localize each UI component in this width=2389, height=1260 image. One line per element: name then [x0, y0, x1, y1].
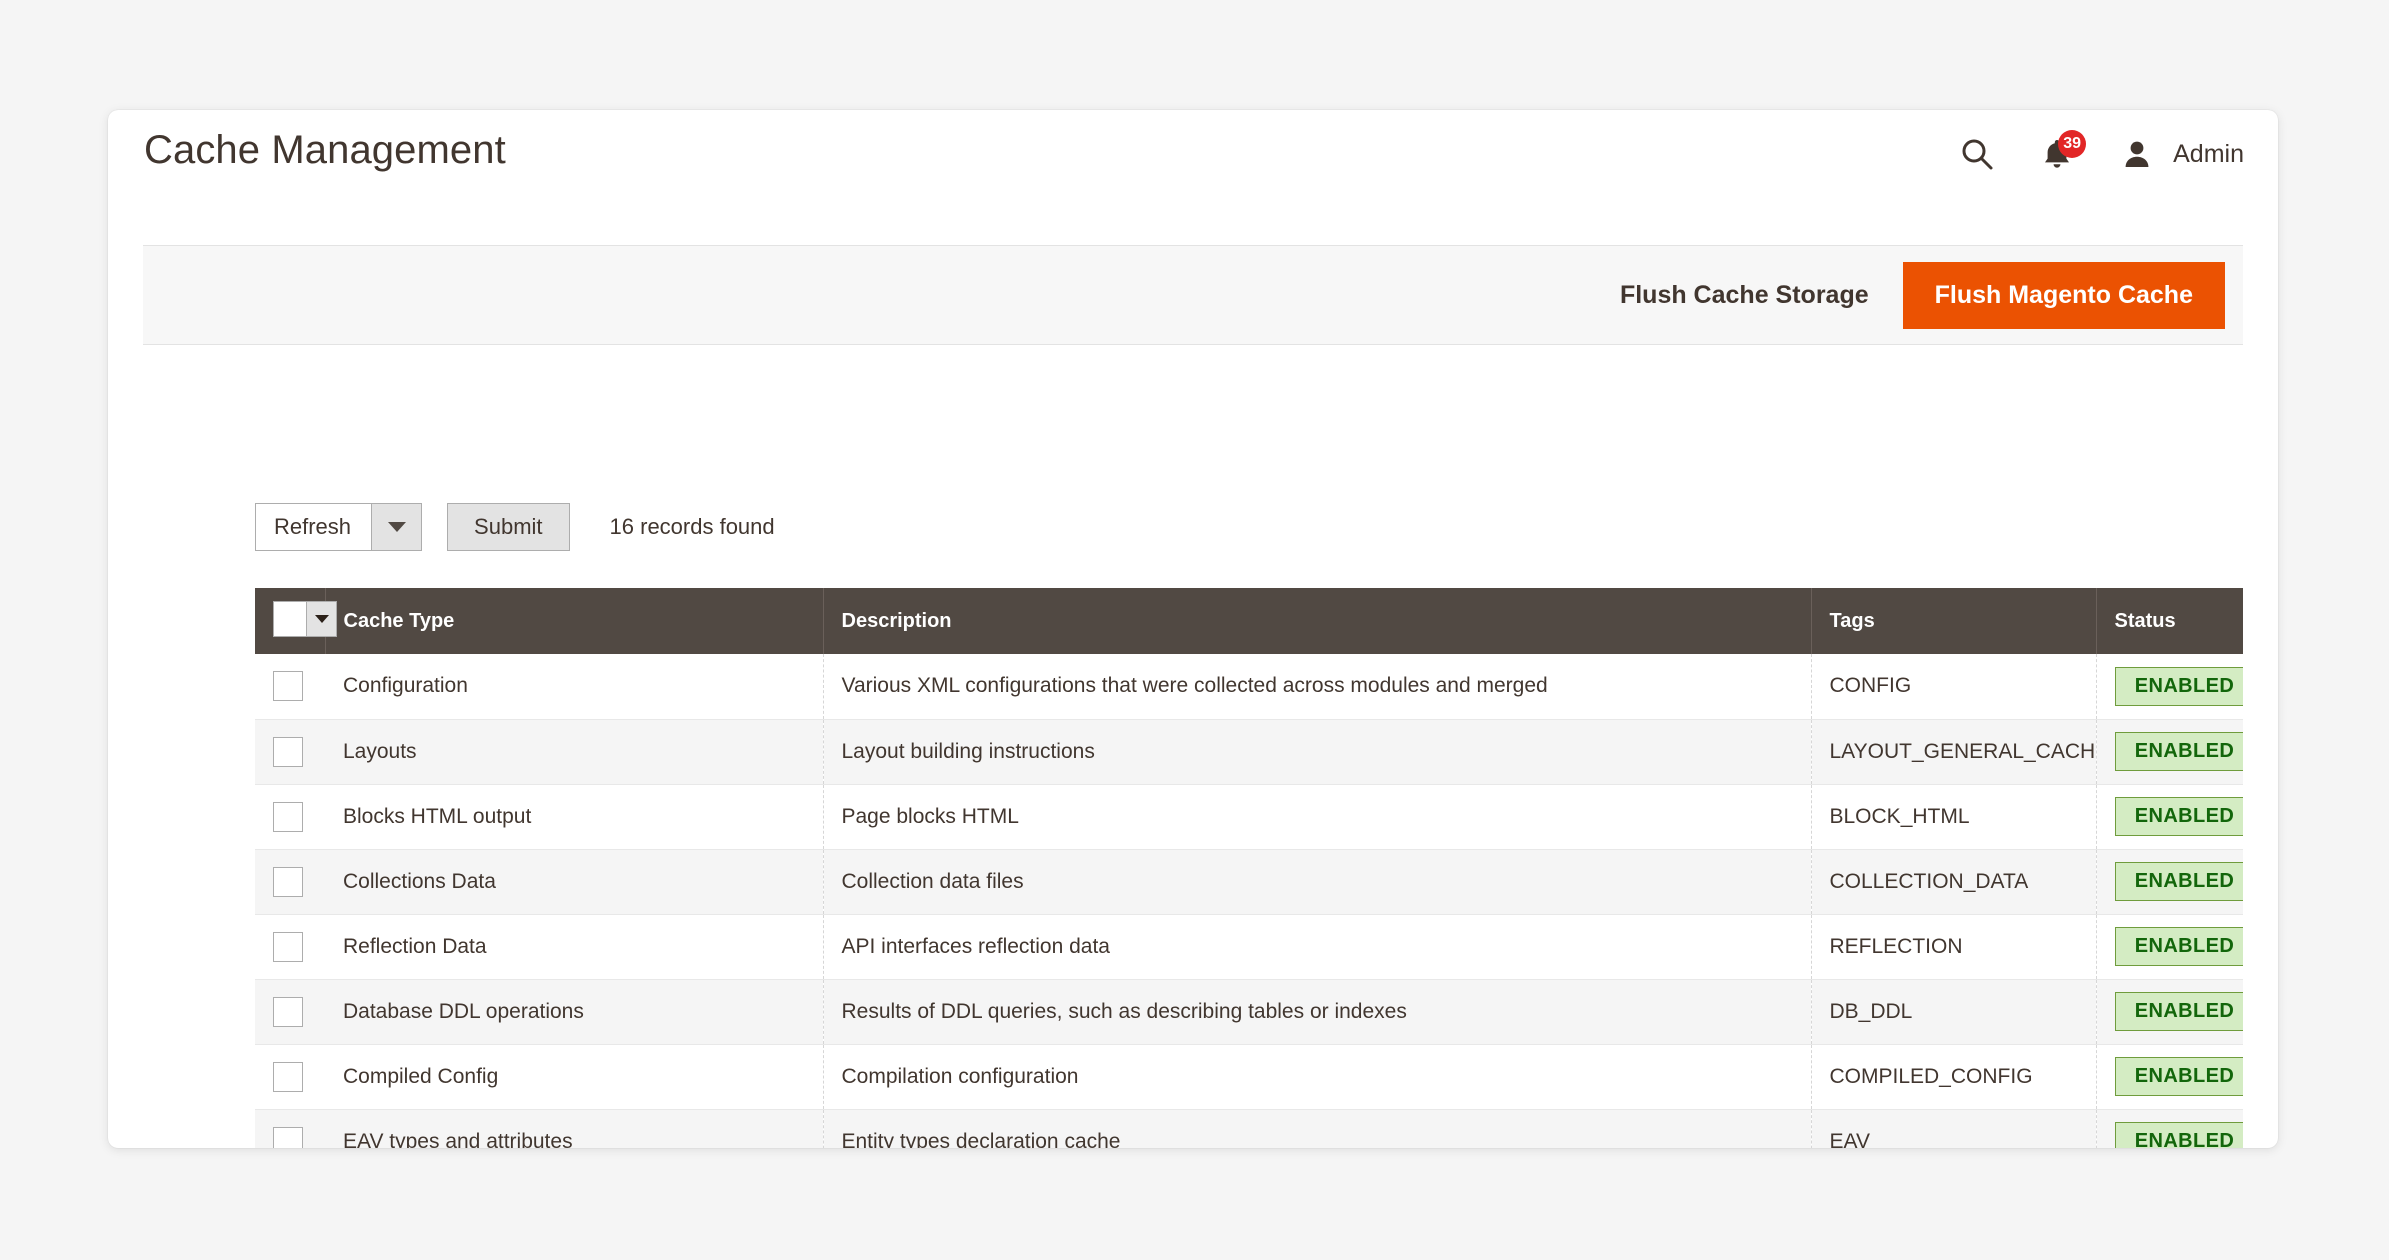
cell-status: ENABLED [2096, 719, 2243, 785]
grid-toolbar: Refresh Submit 16 records found [255, 503, 775, 551]
cell-cache-type: Blocks HTML output [325, 784, 824, 850]
row-select-cell [255, 1109, 325, 1148]
cell-tags: COLLECTION_DATA [1811, 849, 2097, 915]
records-found-label: 16 records found [609, 514, 775, 539]
cell-tags: LAYOUT_GENERAL_CACHE_TAG [1811, 719, 2097, 785]
cell-cache-type: Reflection Data [325, 914, 824, 980]
table-row[interactable]: Compiled Config Compilation configuration… [255, 1044, 2243, 1110]
status-badge: ENABLED [2114, 1122, 2243, 1148]
admin-user-label: Admin [2173, 139, 2244, 168]
header-tools: 39 Admin [1957, 126, 2244, 182]
row-select-cell [255, 849, 325, 915]
cell-tags: DB_DDL [1811, 979, 2097, 1045]
search-icon[interactable] [1957, 134, 1997, 174]
row-checkbox[interactable] [273, 931, 303, 962]
cell-description: Various XML configurations that were col… [823, 654, 1812, 720]
cell-status: ENABLED [2096, 849, 2243, 915]
table-row[interactable]: Collections Data Collection data files COL… [255, 849, 2243, 915]
cell-cache-type: Layouts [325, 719, 824, 785]
row-checkbox[interactable] [273, 671, 303, 702]
grid-body: Configuration Various XML configurations … [255, 654, 2243, 1148]
row-select-cell [255, 784, 325, 850]
column-header-status[interactable]: Status [2096, 588, 2243, 654]
cell-description: Compilation configuration [823, 1044, 1812, 1110]
row-checkbox[interactable] [273, 996, 303, 1027]
cell-status: ENABLED [2096, 914, 2243, 980]
select-all-checkbox[interactable] [274, 601, 306, 636]
cell-description: Layout building instructions [823, 719, 1812, 785]
cell-tags: EAV [1811, 1109, 2097, 1148]
chevron-down-icon[interactable] [371, 504, 422, 550]
select-all-checkbox-dropdown[interactable] [273, 600, 337, 637]
table-row[interactable]: Layouts Layout building instructions LAYOU… [255, 719, 2243, 785]
cell-status: ENABLED [2096, 979, 2243, 1045]
notifications-count-badge: 39 [2058, 130, 2087, 158]
status-badge: ENABLED [2114, 927, 2243, 966]
row-select-cell [255, 654, 325, 720]
table-row[interactable]: EAV types and attributes Entity types dec… [255, 1109, 2243, 1148]
column-header-description[interactable]: Description [823, 588, 1812, 654]
mass-action-select-value: Refresh [274, 514, 352, 539]
status-badge: ENABLED [2114, 666, 2243, 706]
cell-cache-type: Compiled Config [325, 1044, 824, 1110]
status-badge: ENABLED [2114, 862, 2243, 901]
cell-status: ENABLED [2096, 1109, 2243, 1148]
row-select-cell [255, 719, 325, 785]
cell-tags: COMPILED_CONFIG [1811, 1044, 2097, 1110]
row-checkbox[interactable] [273, 1061, 303, 1092]
cell-cache-type: EAV types and attributes [325, 1109, 824, 1148]
cell-status: ENABLED [2096, 784, 2243, 850]
table-row[interactable]: Reflection Data API interfaces reflection… [255, 914, 2243, 980]
column-header-tags[interactable]: Tags [1811, 588, 2097, 654]
cell-tags: REFLECTION [1811, 914, 2097, 980]
table-row[interactable]: Blocks HTML output Page blocks HTML BLOCK_… [255, 784, 2243, 850]
status-badge: ENABLED [2114, 797, 2243, 836]
row-checkbox[interactable] [273, 866, 303, 897]
row-checkbox[interactable] [273, 801, 303, 832]
cell-tags: BLOCK_HTML [1811, 784, 2097, 850]
status-badge: ENABLED [2114, 1057, 2243, 1096]
row-checkbox[interactable] [273, 1126, 303, 1148]
select-all-header [255, 588, 337, 654]
user-icon [2117, 134, 2157, 174]
column-header-cache-type[interactable]: Cache Type [325, 588, 824, 654]
table-row[interactable]: Configuration Various XML configurations … [255, 654, 2243, 720]
cache-grid: Cache Type Description Tags Status Confi… [255, 588, 2243, 1148]
cell-cache-type: Configuration [325, 654, 824, 720]
status-badge: ENABLED [2114, 992, 2243, 1031]
select-all-chevron-down-icon[interactable] [306, 601, 336, 636]
table-row[interactable]: Database DDL operations Results of DDL qu… [255, 979, 2243, 1045]
cell-description: Results of DDL queries, such as describi… [823, 979, 1812, 1045]
row-select-cell [255, 914, 325, 980]
cache-management-card: Cache Management 39 Admin Flush Cache St… [108, 110, 2278, 1148]
cell-status: ENABLED [2096, 1044, 2243, 1110]
grid-header-row: Cache Type Description Tags Status [255, 588, 2243, 654]
mass-action-select[interactable]: Refresh [255, 503, 423, 551]
cell-tags: CONFIG [1811, 654, 2097, 720]
page-title: Cache Management [144, 128, 506, 172]
cell-description: API interfaces reflection data [823, 914, 1812, 980]
flush-cache-storage-button[interactable]: Flush Cache Storage [1620, 281, 1869, 310]
user-menu[interactable]: Admin [2117, 134, 2244, 174]
status-badge: ENABLED [2114, 732, 2243, 771]
cell-description: Page blocks HTML [823, 784, 1812, 850]
row-select-cell [255, 1044, 325, 1110]
row-select-cell [255, 979, 325, 1045]
cell-description: Entity types declaration cache [823, 1109, 1812, 1148]
cell-cache-type: Database DDL operations [325, 979, 824, 1045]
submit-button[interactable]: Submit [447, 503, 570, 551]
page-header: Cache Management 39 Admin [108, 110, 2278, 222]
notifications-bell-icon[interactable]: 39 [2037, 130, 2087, 174]
cell-status: ENABLED [2096, 654, 2243, 720]
cache-actions-bar: Flush Cache Storage Flush Magento Cache [143, 245, 2243, 345]
row-checkbox[interactable] [273, 736, 303, 767]
cell-description: Collection data files [823, 849, 1812, 915]
cell-cache-type: Collections Data [325, 849, 824, 915]
flush-magento-cache-button[interactable]: Flush Magento Cache [1902, 261, 2225, 329]
